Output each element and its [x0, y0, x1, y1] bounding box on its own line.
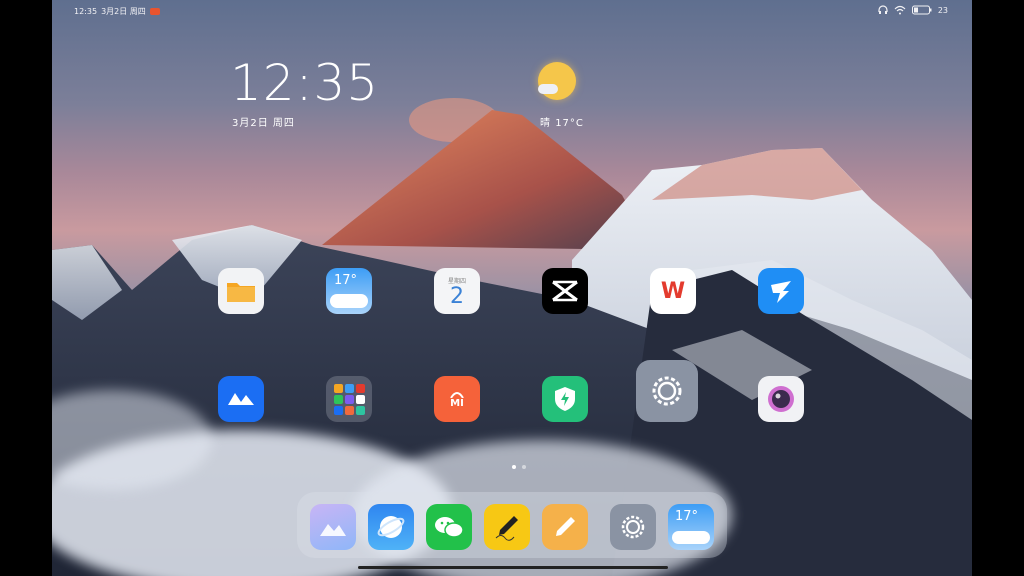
battery-icon [911, 5, 932, 15]
cloud-icon [330, 294, 368, 308]
security-app-icon[interactable] [542, 376, 588, 422]
weather-dock-label: 17° [675, 509, 699, 524]
camera-app-icon[interactable] [758, 376, 804, 422]
headphone-icon [878, 5, 888, 14]
page-dot[interactable] [522, 465, 526, 469]
right-letterbox [972, 0, 1024, 576]
wechat-app-icon[interactable] [426, 504, 472, 550]
home-indicator[interactable] [358, 566, 668, 569]
cloud-icon [672, 531, 710, 544]
mi-store-label: MI [450, 397, 464, 409]
wifi-icon [894, 5, 906, 15]
weather-condition: 晴 [540, 118, 551, 129]
camera-lens-icon [768, 386, 794, 412]
settings-dock-app-icon[interactable] [610, 504, 656, 550]
notes-sign-app-icon[interactable] [484, 504, 530, 550]
capcut-app-icon[interactable] [542, 268, 588, 314]
dingtalk-app-icon[interactable] [758, 268, 804, 314]
pencil-icon [556, 517, 575, 536]
folder-grid-icon [333, 383, 365, 415]
clock-widget-date: 3月2日 周四 [232, 118, 295, 129]
weather-widget-text: 晴 17°C [540, 114, 584, 129]
sun-icon[interactable] [538, 62, 576, 100]
wechat-icon [435, 517, 464, 538]
gear-icon [652, 376, 682, 406]
settings-app-icon[interactable] [636, 360, 698, 422]
weather-app-label: 17° [334, 273, 358, 288]
clock-widget-time[interactable]: 12:35 [230, 54, 379, 112]
cloud-icon [538, 84, 558, 94]
files-app-icon[interactable] [218, 268, 264, 314]
wps-logo: W [660, 278, 686, 304]
meeting-app-icon[interactable] [218, 376, 264, 422]
mi-store-app-icon[interactable]: MI [434, 376, 480, 422]
status-date: 3月2日 周四 [101, 7, 146, 16]
shield-bolt-icon [555, 387, 575, 411]
browser-app-icon[interactable] [368, 504, 414, 550]
notes-app-icon[interactable] [542, 504, 588, 550]
meeting-icon [228, 393, 254, 405]
shopping-bag-icon [450, 391, 464, 398]
status-bar: 12:35 3月2日 周四 23 [52, 4, 972, 18]
app-folder[interactable] [326, 376, 372, 422]
weather-temperature: 17°C [555, 118, 584, 129]
home-screen: 12:35 3月2日 周四 23 12:35 3月2日 周四 晴 17°C 17… [52, 0, 972, 576]
wps-office-app-icon[interactable]: W [650, 268, 696, 314]
gear-icon [621, 515, 645, 539]
page-dot[interactable] [512, 465, 516, 469]
page-indicator[interactable] [512, 465, 526, 469]
calendar-day: 2 [450, 283, 464, 309]
weather-dock-app-icon[interactable]: 17° [668, 504, 714, 550]
globe-icon [377, 516, 405, 538]
weather-app-icon[interactable]: 17° [326, 268, 372, 314]
folder-icon [227, 283, 255, 302]
gallery-app-icon[interactable] [310, 504, 356, 550]
battery-level: 23 [937, 5, 948, 15]
notification-icon [149, 8, 160, 15]
dingtalk-icon [771, 281, 791, 303]
calendar-app-icon[interactable]: 星期四 2 [434, 268, 480, 314]
capcut-icon [552, 280, 578, 302]
status-time: 12:35 [74, 7, 98, 16]
gallery-icon [320, 524, 346, 536]
left-letterbox [0, 0, 52, 576]
pen-icon [495, 516, 518, 541]
